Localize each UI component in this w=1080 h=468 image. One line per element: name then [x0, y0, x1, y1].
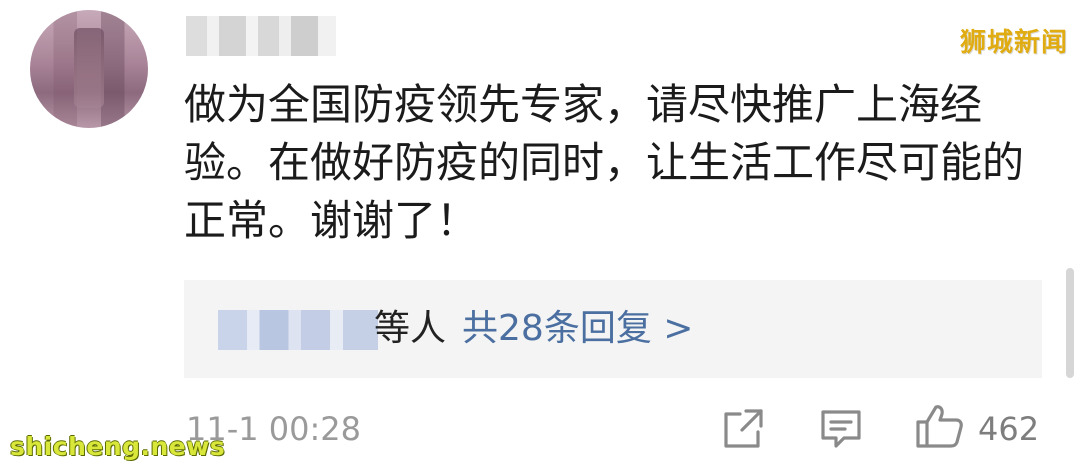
reply-prefix: 等人 [374, 308, 447, 349]
share-icon[interactable] [720, 406, 766, 452]
thumbs-up-icon[interactable] [914, 402, 964, 450]
replier-names-blurred[interactable] [218, 310, 378, 350]
reply-summary: 等人 共28条回复 > [374, 304, 693, 354]
reply-preview[interactable]: 等人 共28条回复 > [184, 280, 1042, 378]
like-count: 462 [978, 410, 1040, 448]
comment-body: 做为全国防疫领先专家，请尽快推广上海经验。在做好防疫的同时，让生活工作尽可能的正… [184, 80, 1025, 245]
username-blurred[interactable] [186, 16, 336, 56]
watermark-top: 狮城新闻 [959, 28, 1068, 58]
scrollbar[interactable] [1066, 268, 1074, 378]
view-replies-link[interactable]: 共28条回复 > [462, 308, 693, 349]
watermark-bottom: shicheng.news [10, 432, 226, 461]
comment-icon[interactable] [818, 406, 864, 452]
avatar[interactable] [30, 10, 148, 128]
